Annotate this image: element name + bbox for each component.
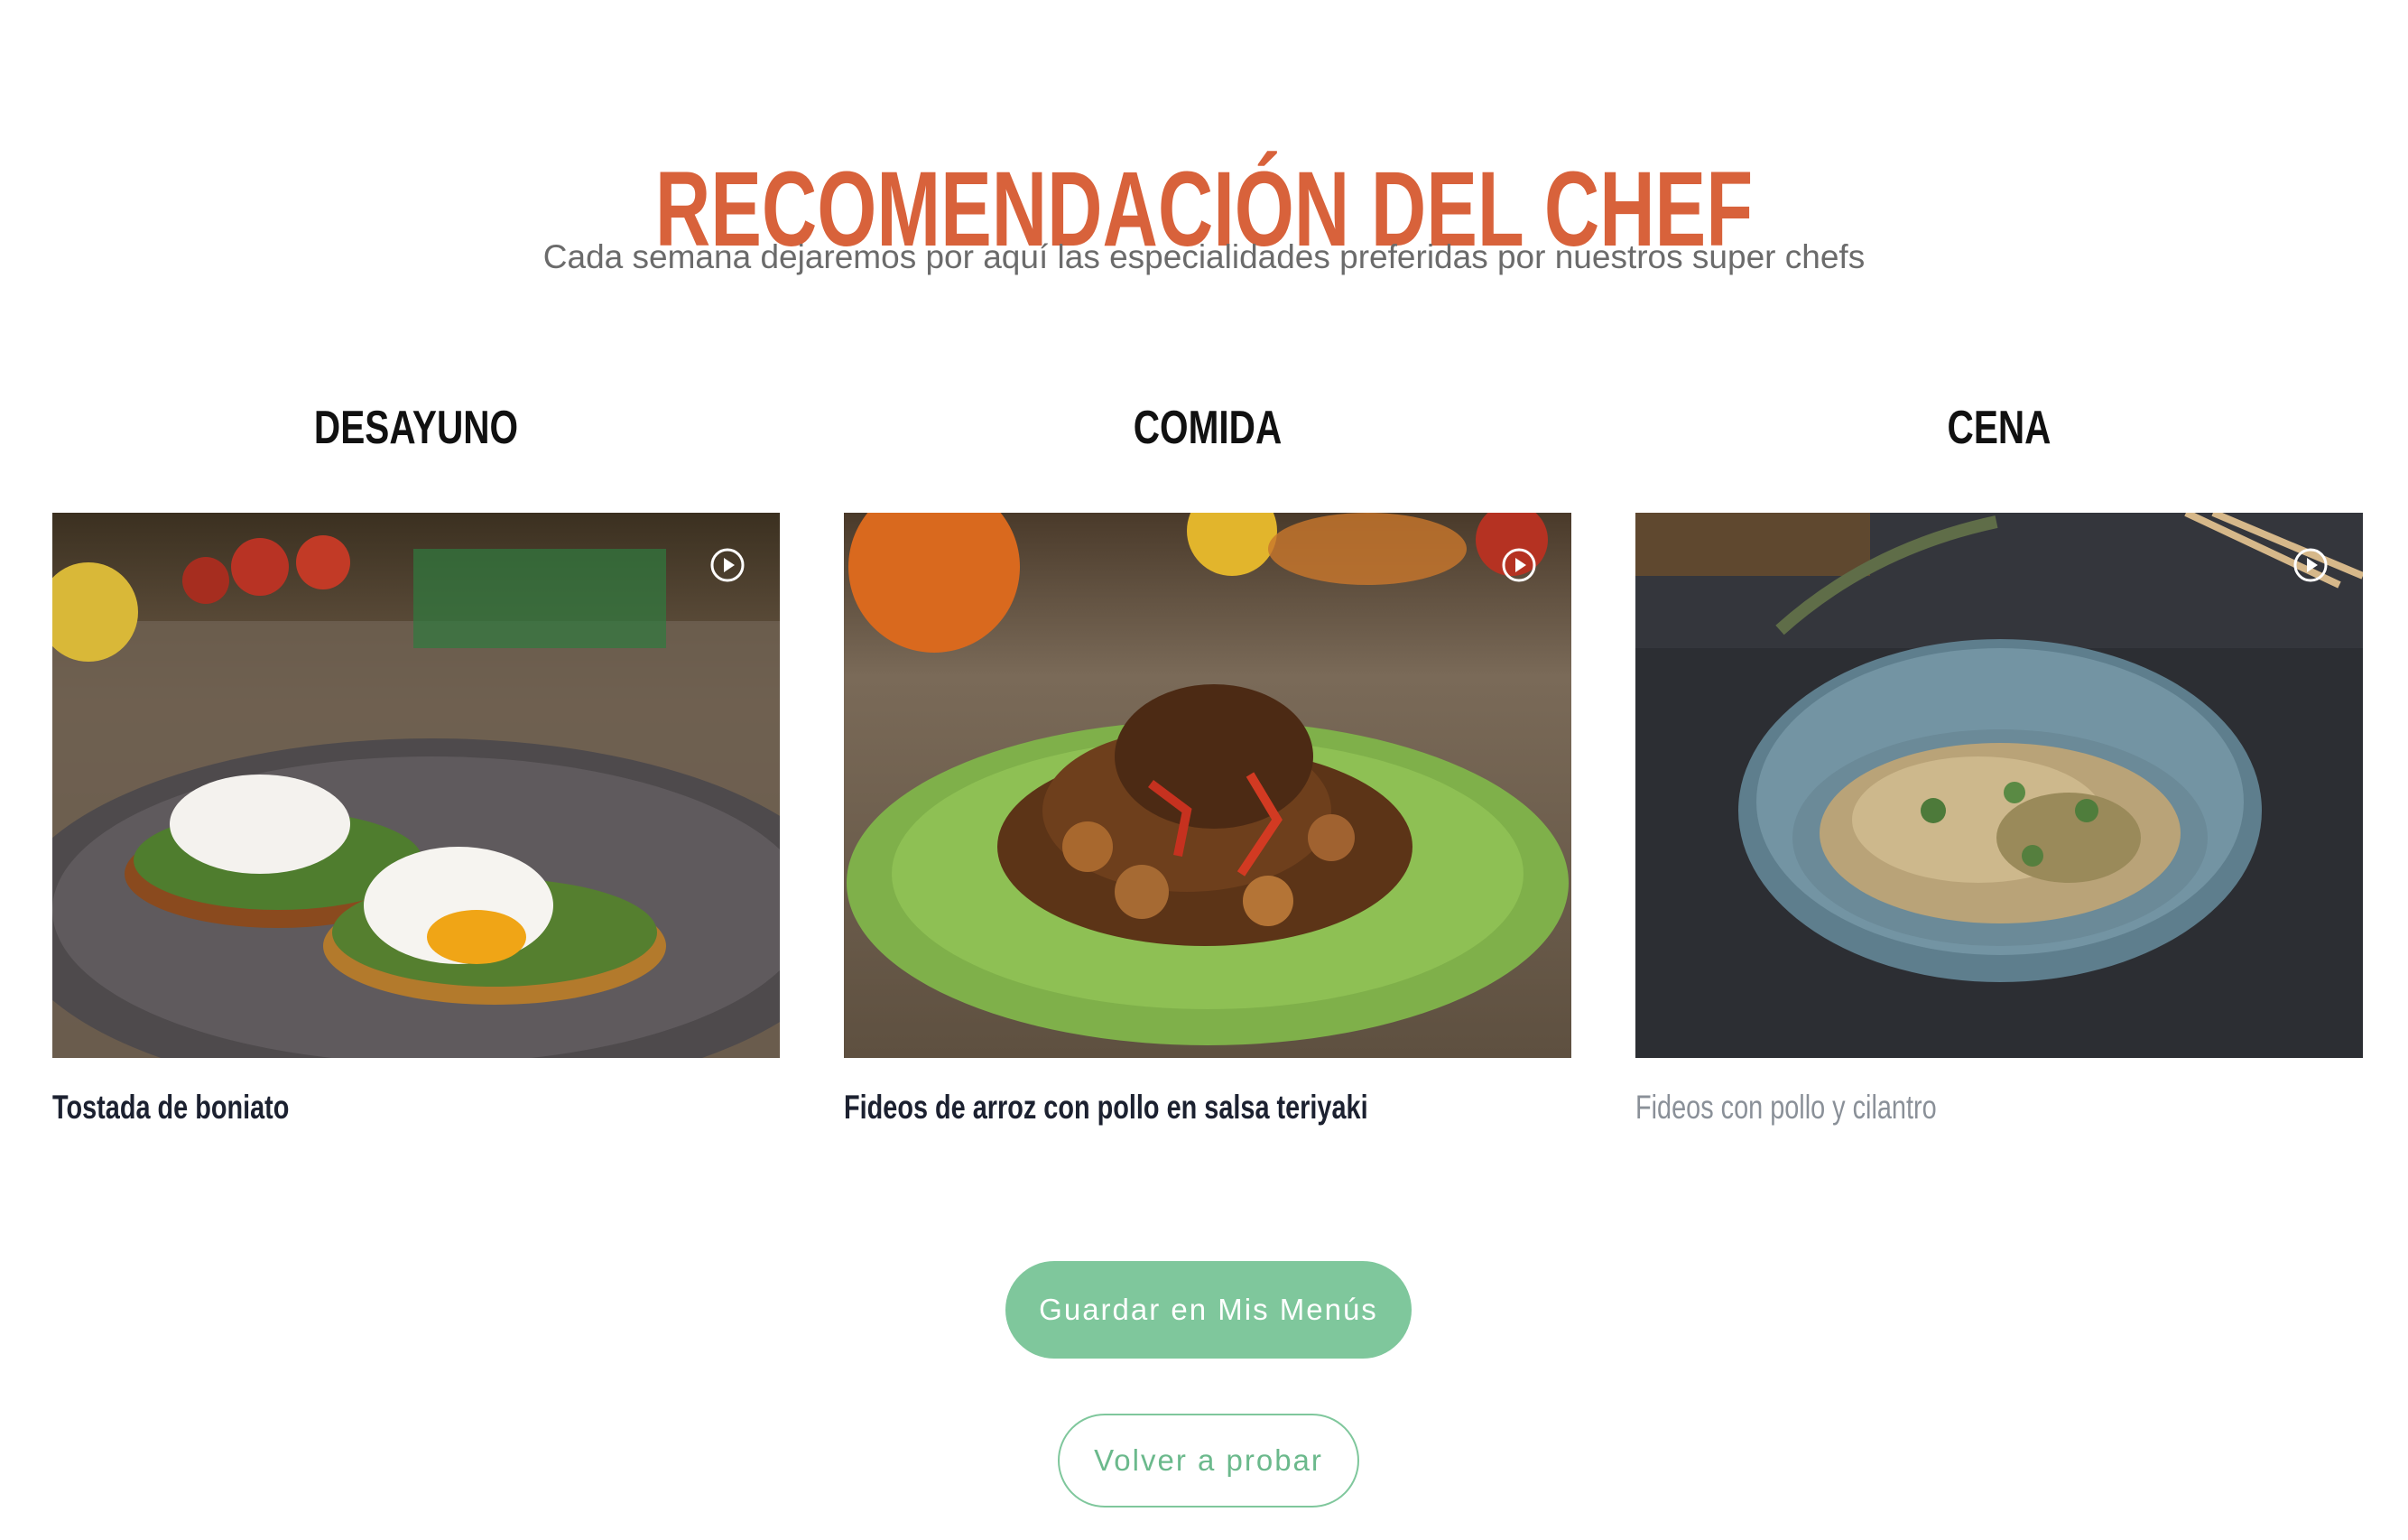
- recipe-image[interactable]: [1635, 513, 2363, 1058]
- play-icon[interactable]: [2292, 547, 2329, 583]
- try-again-button[interactable]: Volver a probar: [1058, 1414, 1359, 1508]
- recipe-name[interactable]: Fideos con pollo y cilantro: [1635, 1089, 1937, 1127]
- recipe-image[interactable]: [52, 513, 780, 1058]
- meal-heading: CENA: [1947, 402, 2051, 454]
- page-subtitle: Cada semana dejaremos por aquí las espec…: [542, 238, 1866, 275]
- play-icon[interactable]: [1501, 547, 1537, 583]
- recipe-name[interactable]: Fideos de arroz con pollo en salsa teriy…: [844, 1089, 1368, 1127]
- play-icon[interactable]: [709, 547, 746, 583]
- meal-heading: COMIDA: [1133, 402, 1283, 454]
- meal-heading: DESAYUNO: [313, 402, 519, 454]
- save-to-my-menus-button[interactable]: Guardar en Mis Menús: [1005, 1261, 1412, 1359]
- recipe-name[interactable]: Tostada de boniato: [52, 1089, 289, 1127]
- recipe-image[interactable]: [844, 513, 1571, 1058]
